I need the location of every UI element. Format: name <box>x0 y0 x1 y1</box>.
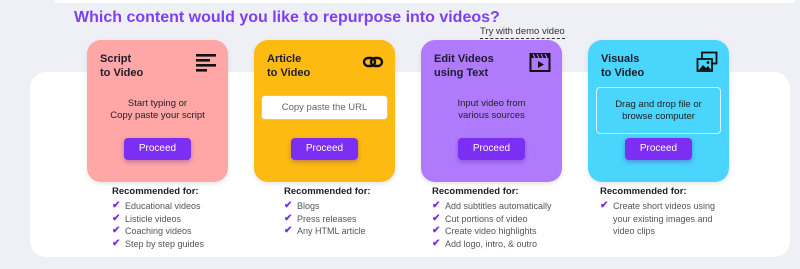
list-item-label: Step by step guides <box>125 238 205 249</box>
list-item-label: Blogs <box>297 201 320 211</box>
list-item: ✔ Create short videos using <box>600 200 715 213</box>
list-item: ✔ Press releases <box>284 213 371 226</box>
check-icon: ✔ <box>284 212 293 224</box>
proceed-button[interactable]: Proceed <box>625 138 692 160</box>
check-icon: ✔ <box>284 200 293 211</box>
url-input[interactable]: Copy paste the URL <box>261 95 388 120</box>
list-item-label: video clips <box>613 226 656 236</box>
card-script-to-video[interactable]: Script to Video Start typing or Copy pas… <box>87 40 228 182</box>
text-lines-icon <box>196 54 216 72</box>
recommended-edit-videos: Recommended for: ✔ Add subtitles automati… <box>432 186 552 250</box>
top-divider <box>55 0 795 3</box>
recommended-title: Recommended for: <box>284 186 371 197</box>
list-item: ✔ Add logo, intro, & outro <box>432 238 552 251</box>
list-item: ✔ Cut portions of video <box>432 213 552 226</box>
proceed-button[interactable]: Proceed <box>124 138 191 160</box>
try-demo-link[interactable]: Try with demo video <box>480 26 565 39</box>
list-item-label: Press releases <box>297 213 357 224</box>
file-drop-zone[interactable]: Drag and drop file or browse computer <box>596 87 721 134</box>
recommended-title: Recommended for: <box>600 186 687 197</box>
list-item-label: Any HTML article <box>297 226 366 236</box>
page-title: Which content would you like to repurpos… <box>74 9 500 26</box>
card-title: Script to Video <box>100 53 144 79</box>
list-item-label: Create video highlights <box>445 226 537 236</box>
list-item: ✔ Listicle videos <box>112 213 204 226</box>
list-item: ✔ Coaching videos <box>112 225 204 238</box>
list-item-label: Listicle videos <box>125 213 182 224</box>
list-item-label: Educational videos <box>125 201 201 211</box>
card-title: Visuals to Video <box>601 53 645 79</box>
card-title: Article to Video <box>267 53 311 79</box>
list-item-label: Create short videos using <box>613 201 716 211</box>
list-item-label: Add subtitles automatically <box>445 201 552 211</box>
check-icon: ✔ <box>600 200 609 211</box>
card-visuals-to-video[interactable]: Visuals to Video Drag and drop file or b… <box>588 40 729 182</box>
check-icon: ✔ <box>112 212 121 224</box>
check-icon: ✔ <box>112 200 121 211</box>
list-item-continuation: video clips <box>600 225 715 238</box>
recommended-title: Recommended for: <box>112 186 199 197</box>
list-item-label: Add logo, intro, & outro <box>445 238 538 249</box>
list-item-label: Cut portions of video <box>445 213 528 224</box>
images-icon <box>696 51 718 72</box>
card-article-to-video[interactable]: Article to Video Copy paste the URL Proc… <box>254 40 395 182</box>
card-title: Edit Videos using Text <box>434 53 494 79</box>
list-item: ✔ Blogs <box>284 200 371 213</box>
list-item: ✔ Any HTML article <box>284 225 371 238</box>
recommended-article: Recommended for: ✔ Blogs ✔ Press releases … <box>284 186 371 238</box>
recommended-title: Recommended for: <box>432 186 519 197</box>
list-item: ✔ Create video highlights <box>432 225 552 238</box>
recommended-script: Recommended for: ✔ Educational videos ✔ Li… <box>112 186 204 250</box>
link-icon <box>362 56 384 68</box>
list-item: ✔ Add subtitles automatically <box>432 200 552 213</box>
check-icon: ✔ <box>284 225 293 236</box>
card-edit-videos-using-text[interactable]: Edit Videos using Text Input video from … <box>421 40 562 182</box>
list-item-continuation: your existing images and <box>600 213 715 226</box>
list-item: ✔ Educational videos <box>112 200 204 213</box>
check-icon: ✔ <box>432 212 441 224</box>
check-icon: ✔ <box>112 225 121 236</box>
list-item-label: Coaching videos <box>125 226 192 236</box>
check-icon: ✔ <box>432 200 441 211</box>
check-icon: ✔ <box>112 237 121 249</box>
check-icon: ✔ <box>432 225 441 236</box>
recommended-visuals: Recommended for: ✔ Create short videos us… <box>600 186 715 238</box>
card-description: Input video from various sources <box>457 98 526 121</box>
video-edit-icon <box>529 53 551 72</box>
card-description: Start typing or Copy paste your script <box>110 98 205 121</box>
drop-zone-text: Drag and drop file or browse computer <box>615 99 702 122</box>
proceed-button[interactable]: Proceed <box>291 138 358 160</box>
proceed-button[interactable]: Proceed <box>458 138 525 160</box>
list-item-label: your existing images and <box>613 213 713 224</box>
list-item: ✔ Step by step guides <box>112 238 204 251</box>
check-icon: ✔ <box>432 237 441 249</box>
